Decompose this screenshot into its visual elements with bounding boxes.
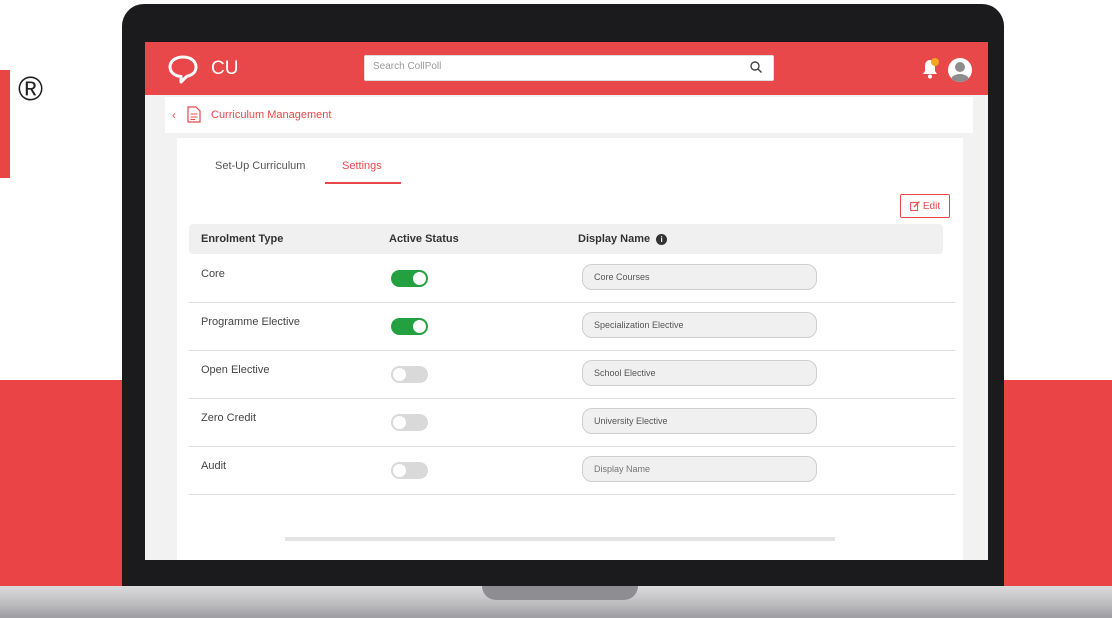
back-chevron-icon[interactable]: ‹ xyxy=(172,108,176,122)
enrolment-type-cell: Programme Elective xyxy=(201,316,301,328)
app-screen: CU Search CollPoll ‹ Curriculum Manageme… xyxy=(145,42,988,560)
enrolment-type-cell: Open Elective xyxy=(201,364,270,376)
toggle-knob xyxy=(393,416,406,429)
display-name-field[interactable] xyxy=(582,408,817,434)
active-status-toggle[interactable] xyxy=(391,414,428,431)
search-icon[interactable] xyxy=(749,60,763,74)
display-name-field[interactable] xyxy=(582,312,817,338)
table-header: Enrolment Type Active Status Display Nam… xyxy=(189,224,943,254)
search-placeholder: Search CollPoll xyxy=(373,61,442,72)
toggle-knob xyxy=(413,272,426,285)
header-display-name: Display Name i xyxy=(578,233,668,245)
tab-setup-curriculum[interactable]: Set-Up Curriculum xyxy=(215,160,305,172)
toggle-knob xyxy=(393,464,406,477)
edit-button[interactable]: Edit xyxy=(900,194,950,218)
header-display-name-label: Display Name xyxy=(578,233,651,245)
breadcrumb: ‹ Curriculum Management xyxy=(165,97,973,133)
document-icon xyxy=(187,106,201,123)
brand-accent-tab xyxy=(0,70,10,178)
active-status-toggle[interactable] xyxy=(391,462,428,479)
enrolment-type-cell: Audit xyxy=(201,460,227,472)
chat-bubble-logo-icon[interactable] xyxy=(167,53,199,85)
header-enrolment-type: Enrolment Type xyxy=(201,233,284,245)
display-name-field[interactable] xyxy=(582,360,817,386)
active-status-toggle[interactable] xyxy=(391,366,428,383)
breadcrumb-title[interactable]: Curriculum Management xyxy=(211,109,331,121)
registered-mark: ® xyxy=(18,70,44,108)
search-input[interactable]: Search CollPoll xyxy=(364,55,774,81)
background-band-left xyxy=(0,380,130,618)
horizontal-scrollbar[interactable] xyxy=(285,537,835,541)
info-icon[interactable]: i xyxy=(656,233,668,245)
top-navbar: CU Search CollPoll xyxy=(145,42,988,95)
edit-icon xyxy=(909,201,920,211)
table-row: Programme Elective xyxy=(189,302,955,351)
tab-settings[interactable]: Settings xyxy=(342,160,382,172)
active-status-toggle[interactable] xyxy=(391,318,428,335)
table-row: Core xyxy=(189,254,955,303)
display-name-field[interactable] xyxy=(582,456,817,482)
laptop-notch xyxy=(482,586,638,600)
active-tab-indicator xyxy=(325,182,401,184)
table-row: Audit xyxy=(189,446,955,495)
avatar[interactable] xyxy=(948,58,972,82)
table-row: Open Elective xyxy=(189,350,955,399)
toggle-knob xyxy=(413,320,426,333)
bell-icon[interactable] xyxy=(920,57,940,79)
edit-button-label: Edit xyxy=(922,200,941,212)
background-band-right xyxy=(990,380,1112,618)
table-row: Zero Credit xyxy=(189,398,955,447)
app-name[interactable]: CU xyxy=(211,58,238,80)
enrolment-type-cell: Zero Credit xyxy=(201,412,257,424)
display-name-field[interactable] xyxy=(582,264,817,290)
active-status-toggle[interactable] xyxy=(391,270,428,287)
settings-panel: Set-Up Curriculum Settings Edit Enrolmen… xyxy=(177,138,963,560)
avatar-icon xyxy=(951,62,969,82)
header-active-status: Active Status xyxy=(389,233,459,245)
enrolment-type-cell: Core xyxy=(201,268,225,280)
toggle-knob xyxy=(393,368,406,381)
